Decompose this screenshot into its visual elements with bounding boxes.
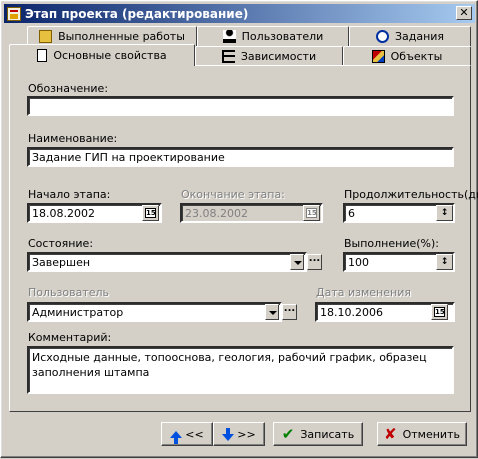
- completion-spin-button[interactable]: ↕: [436, 254, 453, 270]
- changed-date-calendar-button[interactable]: 15: [431, 304, 448, 320]
- end-date-label: Окончание этапа:: [181, 188, 285, 201]
- comment-label: Комментарий:: [28, 331, 112, 344]
- spin-icon: ↕: [440, 208, 449, 218]
- designation-label: Обозначение:: [28, 82, 109, 95]
- dialog-window: Этап проекта (редактирование) ✕ Выполнен…: [0, 0, 478, 458]
- changed-date-label: Дата изменения: [316, 286, 411, 299]
- user-browse-button[interactable]: ...: [282, 304, 297, 320]
- user-select[interactable]: Администратор: [27, 302, 282, 322]
- user-label: Пользователь: [28, 286, 110, 299]
- spin-icon: ↕: [440, 257, 449, 267]
- calendar-icon: 15: [434, 307, 445, 317]
- state-browse-button[interactable]: ...: [307, 254, 322, 270]
- duration-label: Продолжительность(дн: [344, 188, 478, 201]
- name-input[interactable]: Задание ГИП на проектирование: [27, 147, 454, 167]
- name-label: Наименование:: [28, 132, 118, 145]
- state-label: Состояние:: [28, 237, 94, 250]
- end-date-calendar-button: 15: [303, 205, 320, 221]
- calendar-icon: 15: [145, 208, 156, 218]
- duration-spin-button[interactable]: ↕: [436, 205, 453, 221]
- calendar-icon: 15: [306, 208, 317, 218]
- start-date-label: Начало этапа:: [28, 188, 111, 201]
- end-date-input: 23.08.2002: [180, 203, 323, 223]
- designation-input[interactable]: [27, 96, 454, 116]
- state-dropdown-button[interactable]: [290, 254, 304, 270]
- start-date-calendar-button[interactable]: 15: [142, 205, 159, 221]
- completion-label: Выполнение(%):: [344, 237, 439, 250]
- user-dropdown-button[interactable]: [265, 304, 279, 320]
- comment-textarea[interactable]: Исходные данные, топооснова, геология, р…: [27, 346, 454, 394]
- state-select[interactable]: Завершен: [27, 252, 307, 272]
